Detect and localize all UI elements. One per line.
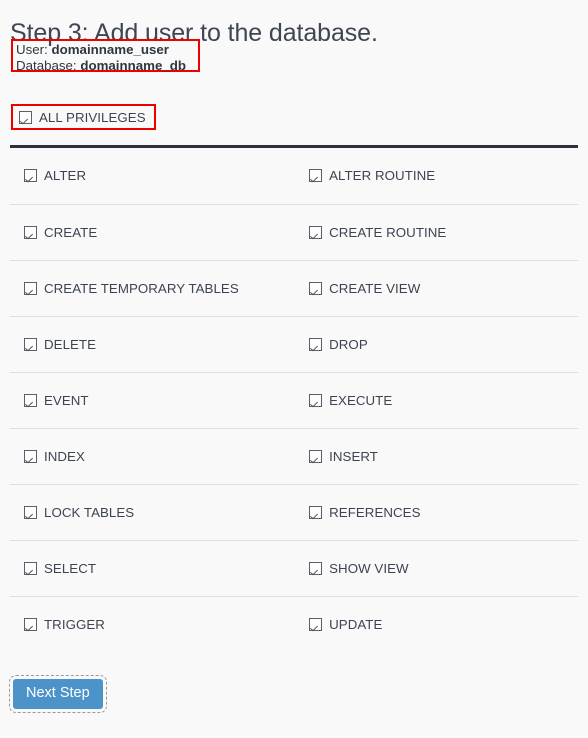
privilege-cell-left[interactable]: INDEX [10, 428, 296, 485]
checkbox-checked-icon[interactable] [24, 393, 37, 407]
checkbox-checked-icon[interactable] [24, 281, 37, 295]
privilege-cell-left[interactable]: LOCK TABLES [10, 484, 296, 541]
table-row: DELETE DROP [10, 316, 578, 373]
privilege-label: REFERENCES [329, 504, 421, 520]
privilege-cell-left[interactable]: ALTER [10, 148, 296, 205]
checkbox-checked-icon[interactable] [24, 225, 37, 239]
privilege-cell-left[interactable]: SELECT [10, 540, 296, 597]
privilege-label: UPDATE [329, 616, 383, 632]
checkbox-checked-icon[interactable] [309, 561, 323, 575]
privilege-label: TRIGGER [44, 616, 105, 632]
privilege-label: INSERT [329, 448, 378, 464]
privilege-label: SELECT [44, 560, 97, 576]
privilege-cell-right[interactable]: DROP [295, 316, 578, 373]
user-label: User: [16, 42, 48, 57]
privilege-label: EVENT [44, 392, 89, 408]
privilege-label: ALTER [44, 168, 87, 184]
privilege-label: EXECUTE [329, 392, 393, 408]
all-privileges-label: ALL PRIVILEGES [39, 109, 146, 125]
privileges-table-body: ALTER ALTER ROUTINE CREATE CREATE ROUTIN… [10, 148, 578, 652]
table-row: EVENT EXECUTE [10, 372, 578, 429]
info-line-user: User: domainname_user [16, 42, 195, 58]
privilege-label: LOCK TABLES [44, 504, 135, 520]
privilege-cell-right[interactable]: SHOW VIEW [295, 540, 578, 597]
privilege-label: SHOW VIEW [329, 560, 409, 576]
privilege-cell-right[interactable]: CREATE VIEW [295, 260, 578, 317]
checkbox-checked-icon[interactable] [309, 281, 323, 295]
privilege-cell-left[interactable]: CREATE [10, 204, 296, 261]
checkbox-checked-icon[interactable] [24, 337, 37, 351]
privilege-cell-right[interactable]: EXECUTE [295, 372, 578, 429]
checkbox-checked-icon[interactable] [309, 449, 323, 463]
user-database-info-box: User: domainname_user Database: domainna… [11, 39, 200, 74]
user-value: domainname_user [51, 42, 169, 57]
privilege-label: CREATE TEMPORARY TABLES [44, 280, 239, 296]
info-line-database: Database: domainname_db [16, 58, 195, 74]
database-value: domainname_db [80, 58, 186, 73]
privilege-cell-right[interactable]: ALTER ROUTINE [295, 148, 578, 205]
checkbox-checked-icon[interactable] [309, 617, 323, 631]
checkbox-checked-icon[interactable] [19, 110, 32, 124]
database-label: Database: [16, 58, 77, 73]
privilege-label: CREATE [44, 224, 98, 240]
checkbox-checked-icon[interactable] [309, 169, 323, 183]
privilege-cell-left[interactable]: CREATE TEMPORARY TABLES [10, 260, 296, 317]
checkbox-checked-icon[interactable] [24, 449, 37, 463]
table-row: CREATE TEMPORARY TABLES CREATE VIEW [10, 260, 578, 317]
privilege-cell-left[interactable]: TRIGGER [10, 596, 295, 652]
table-row: INDEX INSERT [10, 428, 578, 485]
privilege-label: CREATE VIEW [329, 280, 421, 296]
table-row: ALTER ALTER ROUTINE [10, 148, 578, 205]
checkbox-checked-icon[interactable] [309, 393, 323, 407]
privilege-label: DELETE [44, 336, 97, 352]
privilege-label: DROP [329, 336, 368, 352]
next-step-button[interactable]: Next Step [9, 675, 107, 713]
privilege-cell-right[interactable]: REFERENCES [295, 484, 578, 541]
table-row: CREATE CREATE ROUTINE [10, 204, 578, 261]
privilege-cell-left[interactable]: DELETE [10, 316, 296, 373]
table-row: TRIGGER UPDATE [10, 596, 578, 652]
privilege-label: ALTER ROUTINE [329, 168, 436, 184]
checkbox-checked-icon[interactable] [309, 505, 323, 519]
privilege-cell-right[interactable]: INSERT [295, 428, 578, 485]
table-row: SELECT SHOW VIEW [10, 540, 578, 597]
all-privileges-row[interactable]: ALL PRIVILEGES [11, 104, 156, 130]
privilege-label: INDEX [44, 448, 85, 464]
checkbox-checked-icon[interactable] [24, 561, 37, 575]
privileges-table: ALTER ALTER ROUTINE CREATE CREATE ROUTIN… [10, 148, 578, 652]
checkbox-checked-icon[interactable] [309, 337, 323, 351]
privilege-label: CREATE ROUTINE [329, 224, 447, 240]
table-row: LOCK TABLES REFERENCES [10, 484, 578, 541]
checkbox-checked-icon[interactable] [309, 225, 323, 239]
privilege-cell-left[interactable]: EVENT [10, 372, 296, 429]
checkbox-checked-icon[interactable] [24, 505, 37, 519]
checkbox-checked-icon[interactable] [24, 617, 37, 631]
privilege-cell-right[interactable]: UPDATE [295, 596, 578, 652]
checkbox-checked-icon[interactable] [24, 169, 37, 183]
privilege-cell-right[interactable]: CREATE ROUTINE [295, 204, 578, 261]
